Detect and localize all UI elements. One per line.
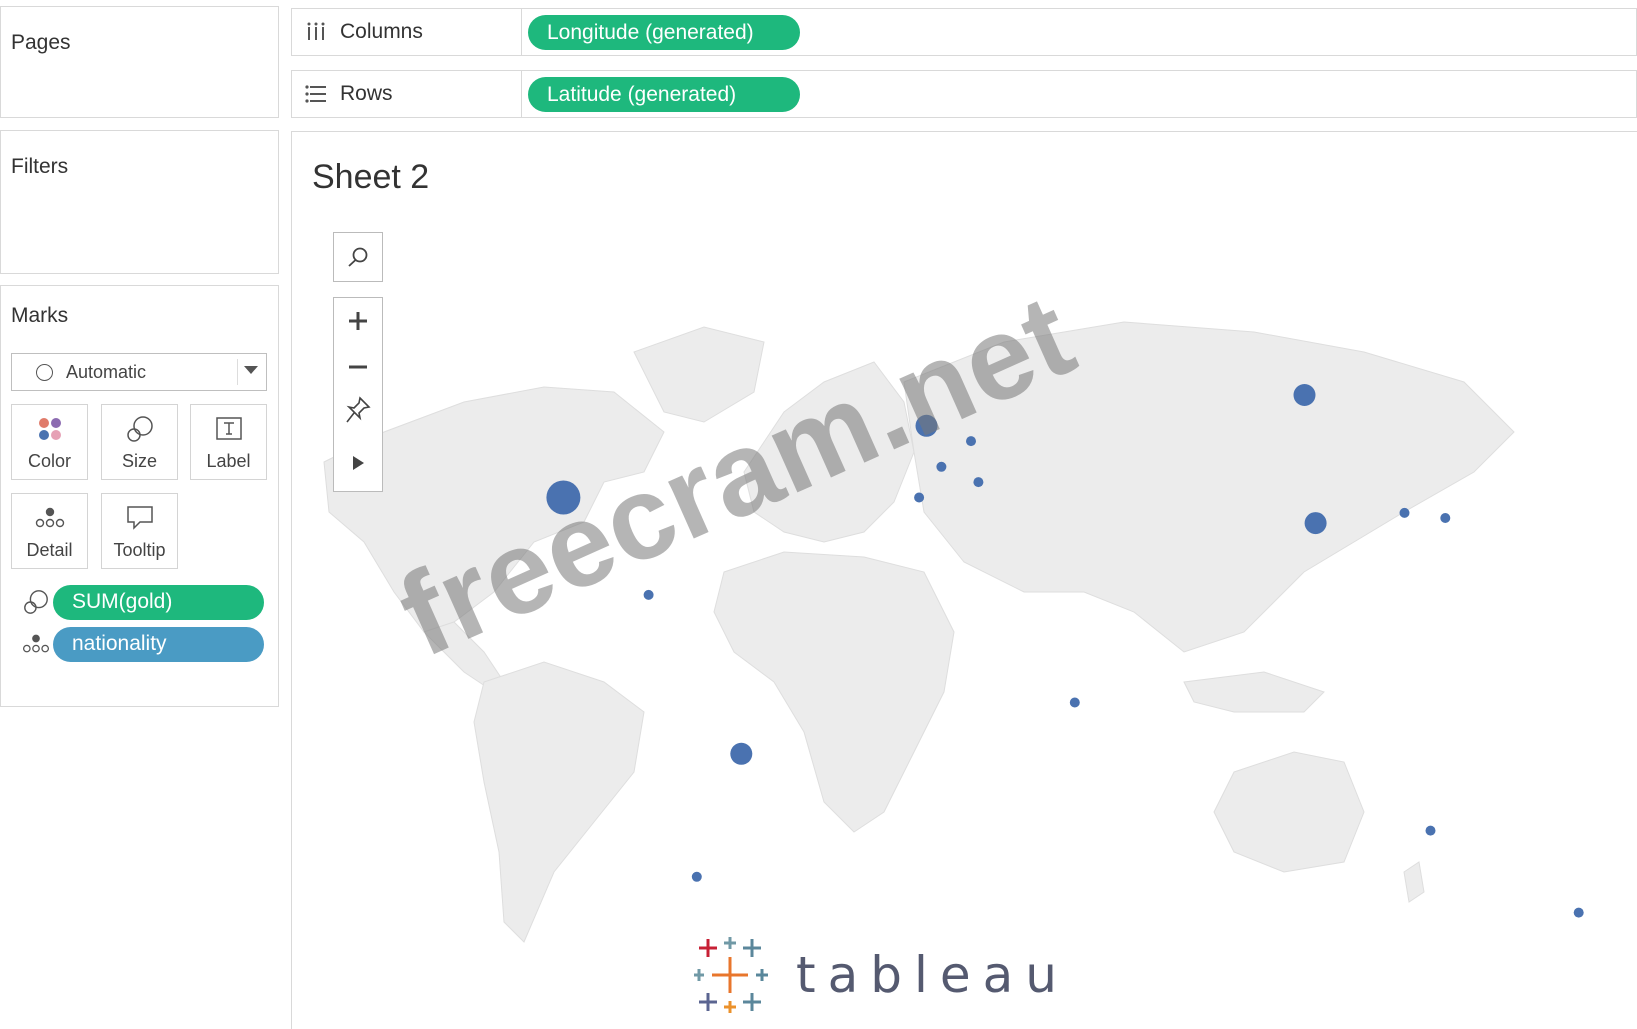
nationality-pill[interactable]: nationality	[53, 626, 264, 662]
rows-shelf[interactable]: Rows Latitude (generated)	[291, 70, 1637, 118]
map-mark[interactable]	[730, 742, 753, 765]
pages-card[interactable]: Pages	[0, 6, 279, 118]
circle-icon	[36, 363, 53, 381]
map-mark[interactable]	[1293, 384, 1316, 406]
map-search-button[interactable]	[333, 232, 383, 282]
color-label: Color	[27, 451, 71, 471]
label-icon	[215, 409, 243, 449]
map-zoom-controls	[333, 297, 383, 492]
map-mark[interactable]	[1425, 825, 1436, 836]
columns-label: Columns	[340, 20, 423, 43]
size-pill-row: SUM(gold)	[19, 584, 264, 620]
detail-button[interactable]: Detail	[11, 493, 88, 569]
south-america-land	[473, 661, 645, 943]
columns-shelf-label: Columns	[292, 9, 522, 55]
dropdown-divider	[237, 359, 238, 385]
detail-icon	[34, 498, 66, 538]
new-zealand-land	[1403, 861, 1425, 903]
columns-shelf[interactable]: Columns Longitude (generated)	[291, 8, 1637, 56]
map-mark[interactable]	[1069, 697, 1080, 708]
label-label: Label	[206, 451, 251, 471]
africa-land	[713, 551, 955, 833]
rows-shelf-label: Rows	[292, 71, 522, 117]
filters-title: Filters	[11, 155, 69, 178]
indonesia-land	[1183, 671, 1325, 713]
zoom-out-icon[interactable]	[334, 354, 382, 380]
tableau-logo: tableau	[690, 930, 1069, 1020]
sheet-title: Sheet 2	[312, 158, 430, 196]
label-button[interactable]: Label	[190, 404, 267, 480]
size-icon	[19, 588, 53, 616]
pages-title: Pages	[11, 31, 71, 54]
marks-card: Marks Automatic Color Size Label Detail …	[0, 285, 279, 707]
detail-pill-row: nationality	[19, 626, 264, 662]
search-icon	[334, 245, 382, 269]
marks-title: Marks	[11, 304, 69, 327]
map-mark[interactable]	[973, 477, 984, 488]
mark-type-label: Automatic	[66, 361, 147, 382]
size-icon	[125, 409, 155, 449]
rows-label: Rows	[340, 82, 393, 105]
pin-icon[interactable]	[334, 394, 382, 426]
map-mark[interactable]	[691, 871, 702, 882]
size-button[interactable]: Size	[101, 404, 178, 480]
mark-type-dropdown[interactable]: Automatic	[11, 353, 267, 391]
tooltip-button[interactable]: Tooltip	[101, 493, 178, 569]
color-icon	[37, 409, 63, 449]
tooltip-label: Tooltip	[113, 540, 166, 560]
zoom-in-icon[interactable]	[334, 308, 382, 334]
columns-icon	[304, 22, 328, 42]
map-mark[interactable]	[643, 589, 654, 600]
detail-label: Detail	[26, 540, 73, 560]
detail-icon	[19, 633, 53, 655]
sum-gold-pill[interactable]: SUM(gold)	[53, 584, 264, 620]
longitude-pill[interactable]: Longitude (generated)	[528, 15, 800, 50]
latitude-pill[interactable]: Latitude (generated)	[528, 77, 800, 112]
map-mark[interactable]	[936, 461, 947, 472]
map-mark[interactable]	[914, 492, 925, 503]
tableau-cross-icon	[694, 937, 768, 1013]
map-mark[interactable]	[1304, 512, 1327, 535]
australia-land	[1213, 751, 1365, 873]
play-arrow-icon[interactable]	[334, 448, 382, 478]
filters-card[interactable]: Filters	[0, 130, 279, 274]
color-button[interactable]: Color	[11, 404, 88, 480]
map-mark[interactable]	[1573, 907, 1584, 918]
map-mark[interactable]	[1440, 513, 1451, 523]
map-mark[interactable]	[1399, 507, 1410, 518]
size-label: Size	[121, 451, 157, 471]
rows-icon	[304, 85, 328, 103]
tableau-wordmark: tableau	[796, 946, 1069, 1004]
tooltip-icon	[125, 498, 155, 538]
chevron-down-icon	[244, 366, 258, 374]
